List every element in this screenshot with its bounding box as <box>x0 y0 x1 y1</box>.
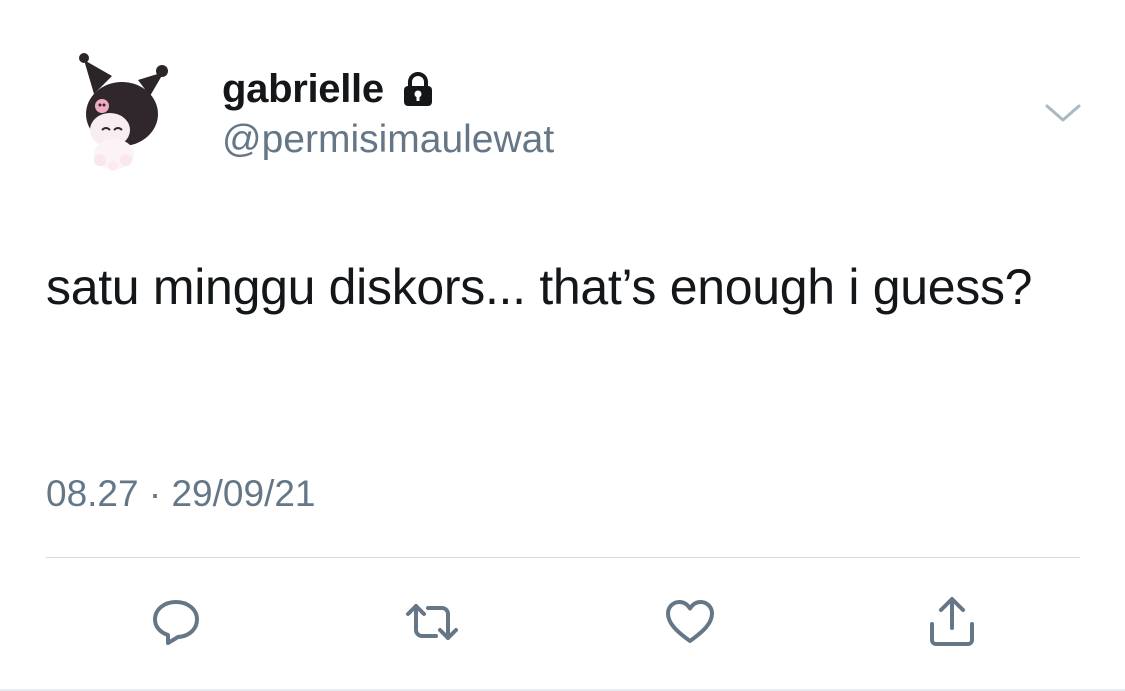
tweet-timestamp[interactable]: 08.27 · 29/09/21 <box>46 473 316 515</box>
tweet: gabrielle @permisimaulewat satu minggu d… <box>0 0 1125 691</box>
timestamp-separator: · <box>148 473 162 514</box>
user-handle[interactable]: @permisimaulewat <box>222 118 554 162</box>
tweet-date: 29/09/21 <box>171 473 316 514</box>
retweet-button[interactable] <box>402 592 462 652</box>
like-button[interactable] <box>660 592 720 652</box>
divider <box>46 557 1080 558</box>
tweet-text: satu minggu diskors... that’s enough i g… <box>46 259 1033 315</box>
heart-icon <box>662 594 718 650</box>
chevron-down-icon[interactable] <box>1043 98 1083 128</box>
lock-icon <box>398 69 438 109</box>
share-icon <box>924 594 980 650</box>
share-button[interactable] <box>922 592 982 652</box>
avatar[interactable] <box>72 46 172 176</box>
reply-icon <box>148 594 204 650</box>
reply-button[interactable] <box>146 592 206 652</box>
user-header: gabrielle <box>222 64 438 114</box>
tweet-time: 08.27 <box>46 473 139 514</box>
retweet-icon <box>402 594 462 650</box>
display-name[interactable]: gabrielle <box>222 67 384 112</box>
